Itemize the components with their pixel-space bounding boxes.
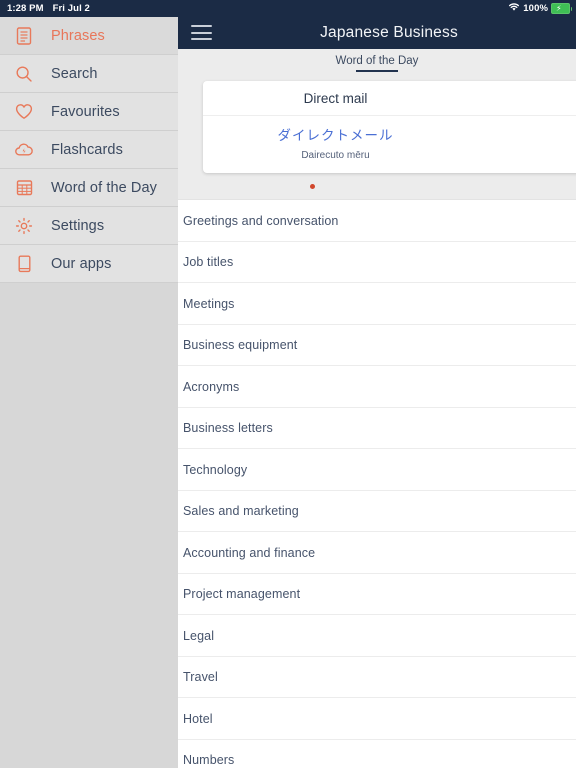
tab-bar: Word of the Day <box>178 49 576 81</box>
wifi-icon <box>508 2 520 15</box>
list-item[interactable]: Business equipment <box>178 324 576 367</box>
sidebar-item-label: Our apps <box>51 255 112 272</box>
sidebar-item-our-apps[interactable]: Our apps <box>0 245 178 283</box>
page-title: Japanese Business <box>320 24 458 41</box>
sidebar-item-label: Word of the Day <box>51 179 158 196</box>
search-icon <box>13 63 35 85</box>
tab-active-underline <box>355 70 398 72</box>
sidebar: Phrases Search Favourites Flashcards Wor… <box>0 17 178 768</box>
list-item-label: Numbers <box>183 753 235 767</box>
list-item[interactable]: Hotel <box>178 698 576 740</box>
list-item-label: Greetings and conversation <box>183 213 339 228</box>
list-item-label: Technology <box>183 462 248 477</box>
list-item[interactable]: Business letters <box>178 407 576 450</box>
status-date: Fri Jul 2 <box>52 3 90 14</box>
list-item[interactable]: Sales and marketing <box>178 490 576 533</box>
battery-charging-icon: ⚡ <box>551 3 572 14</box>
wotd-translation: ダイレクトメール Dairecuto mēru <box>203 116 576 173</box>
list-item-label: Legal <box>183 628 215 643</box>
list-item-label: Job titles <box>183 255 234 269</box>
cloud-bolt-icon <box>13 139 35 161</box>
list-item-label: Acronyms <box>183 379 240 394</box>
sidebar-item-settings[interactable]: Settings <box>0 207 178 245</box>
page-indicator-dot-active[interactable] <box>309 183 315 189</box>
sidebar-item-word-of-the-day[interactable]: Word of the Day <box>0 169 178 207</box>
sidebar-item-label: Search <box>51 65 98 82</box>
list-item[interactable]: Meetings <box>178 283 576 325</box>
wotd-japanese: ダイレクトメール <box>277 128 394 143</box>
main-content: Word of the Day Direct mail ダイレクトメール Dai… <box>178 49 576 768</box>
tablet-book-icon <box>13 253 35 275</box>
tab-label: Word of the Day <box>335 55 419 67</box>
sidebar-item-flashcards[interactable]: Flashcards <box>0 131 178 169</box>
list-item-label: Hotel <box>183 711 213 726</box>
app-root: 1:28 PM Fri Jul 2 100% ⚡ Phrases Search … <box>0 0 576 768</box>
wotd-romaji: Dairecuto mēru <box>301 150 370 162</box>
list-document-icon <box>13 25 35 47</box>
list-item[interactable]: Project management <box>178 573 576 616</box>
list-item[interactable]: Acronyms <box>178 366 576 408</box>
list-item[interactable]: Legal <box>178 615 576 657</box>
list-item-label: Meetings <box>183 296 235 311</box>
calendar-icon <box>13 177 35 199</box>
word-of-the-day-card[interactable]: Direct mail ダイレクトメール Dairecuto mēru <box>203 81 576 174</box>
list-item[interactable]: Technology <box>178 449 576 491</box>
sidebar-item-label: Settings <box>51 217 105 234</box>
sidebar-item-phrases[interactable]: Phrases <box>0 17 178 55</box>
list-item-label: Business equipment <box>183 338 298 352</box>
category-list: Greetings and conversation Job titles Me… <box>178 199 576 768</box>
list-item-label: Accounting and finance <box>183 545 316 560</box>
status-time: 1:28 PM <box>7 3 44 14</box>
sidebar-item-search[interactable]: Search <box>0 55 178 93</box>
status-indicators: 100% ⚡ <box>508 2 572 15</box>
battery-percent: 100% <box>523 3 548 14</box>
tab-word-of-the-day[interactable]: Word of the Day <box>330 55 425 72</box>
sidebar-item-label: Phrases <box>51 27 105 44</box>
sidebar-item-label: Favourites <box>51 103 120 120</box>
page-indicator[interactable] <box>178 173 576 199</box>
list-item-label: Sales and marketing <box>183 504 299 518</box>
wotd-english: Direct mail <box>203 81 576 116</box>
list-item[interactable]: Job titles <box>178 241 576 284</box>
list-item[interactable]: Accounting and finance <box>178 532 576 574</box>
list-item[interactable]: Numbers <box>178 739 576 768</box>
list-item[interactable]: Travel <box>178 656 576 699</box>
list-item[interactable]: Greetings and conversation <box>178 200 576 242</box>
heart-icon <box>13 101 35 123</box>
status-bar: 1:28 PM Fri Jul 2 100% ⚡ <box>0 0 576 17</box>
list-item-label: Business letters <box>183 421 273 435</box>
app-header: Japanese Business <box>178 17 576 49</box>
list-item-label: Travel <box>183 670 218 684</box>
sidebar-item-label: Flashcards <box>51 141 123 158</box>
gear-icon <box>13 215 35 237</box>
sidebar-item-favourites[interactable]: Favourites <box>0 93 178 131</box>
list-item-label: Project management <box>183 587 301 601</box>
